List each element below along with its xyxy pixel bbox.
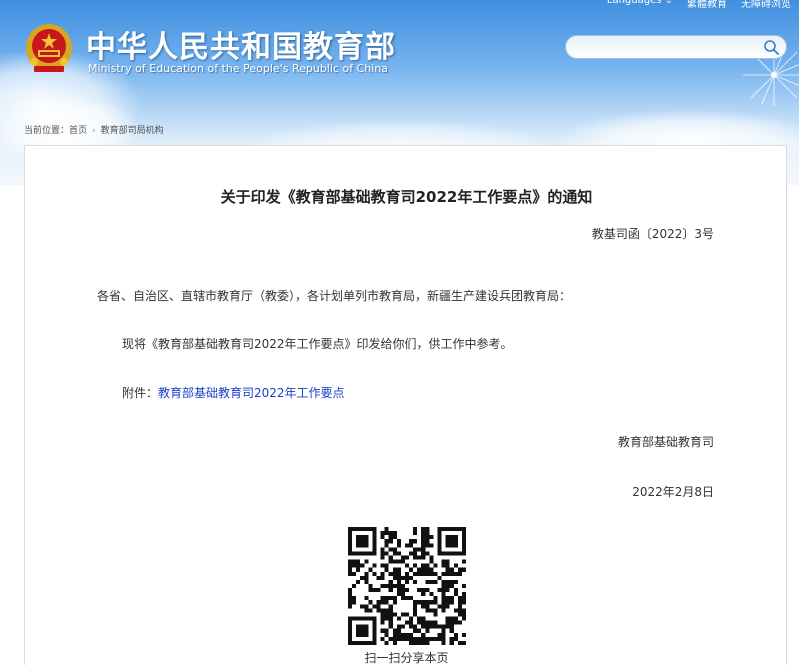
traditional-chinese-link[interactable]: 繁體教育 [687, 0, 727, 10]
issue-date: 2022年2月8日 [632, 485, 714, 499]
article-title: 关于印发《教育部基础教育司2022年工作要点》的通知 [220, 188, 593, 206]
languages-link[interactable]: Languages ⌄ [607, 0, 673, 10]
search-input[interactable] [576, 39, 756, 55]
breadcrumb-label: 当前位置： [24, 126, 70, 136]
document-number: 教基司函〔2022〕3号 [591, 227, 714, 241]
search-box [565, 35, 787, 59]
breadcrumb-separator: › [92, 126, 96, 136]
attachment-paragraph: 附件：教育部基础教育司2022年工作要点 [122, 384, 345, 401]
top-links: Languages ⌄ 繁體教育 无障碍浏览 [607, 0, 791, 10]
attachment-link[interactable]: 教育部基础教育司2022年工作要点 [158, 386, 345, 400]
qr-caption: 扫一扫分享本页 [364, 651, 449, 665]
attachment-label: 附件： [122, 386, 159, 400]
breadcrumb-home-link[interactable]: 首页 [69, 126, 87, 136]
site-subtitle: Ministry of Education of the People's Re… [88, 62, 388, 75]
search-icon[interactable] [763, 39, 780, 56]
salutation-paragraph: 各省、自治区、直辖市教育厅（教委），各计划单列市教育局，新疆生产建设兵团教育局： [97, 289, 572, 303]
article-panel: 关于印发《教育部基础教育司2022年工作要点》的通知 教基司函〔2022〕3号 … [24, 145, 787, 665]
breadcrumb: 当前位置：首页 › 教育部司局机构 [24, 123, 164, 136]
site-title[interactable]: 中华人民共和国教育部 [86, 22, 396, 66]
accessibility-link[interactable]: 无障碍浏览 [741, 0, 791, 10]
body-paragraph: 现将《教育部基础教育司2022年工作要点》印发给你们，供工作中参考。 [122, 337, 513, 351]
signature: 教育部基础教育司 [617, 435, 714, 449]
qr-code-icon [348, 527, 466, 645]
breadcrumb-department-link[interactable]: 教育部司局机构 [101, 126, 164, 136]
national-emblem-icon[interactable] [24, 22, 74, 76]
